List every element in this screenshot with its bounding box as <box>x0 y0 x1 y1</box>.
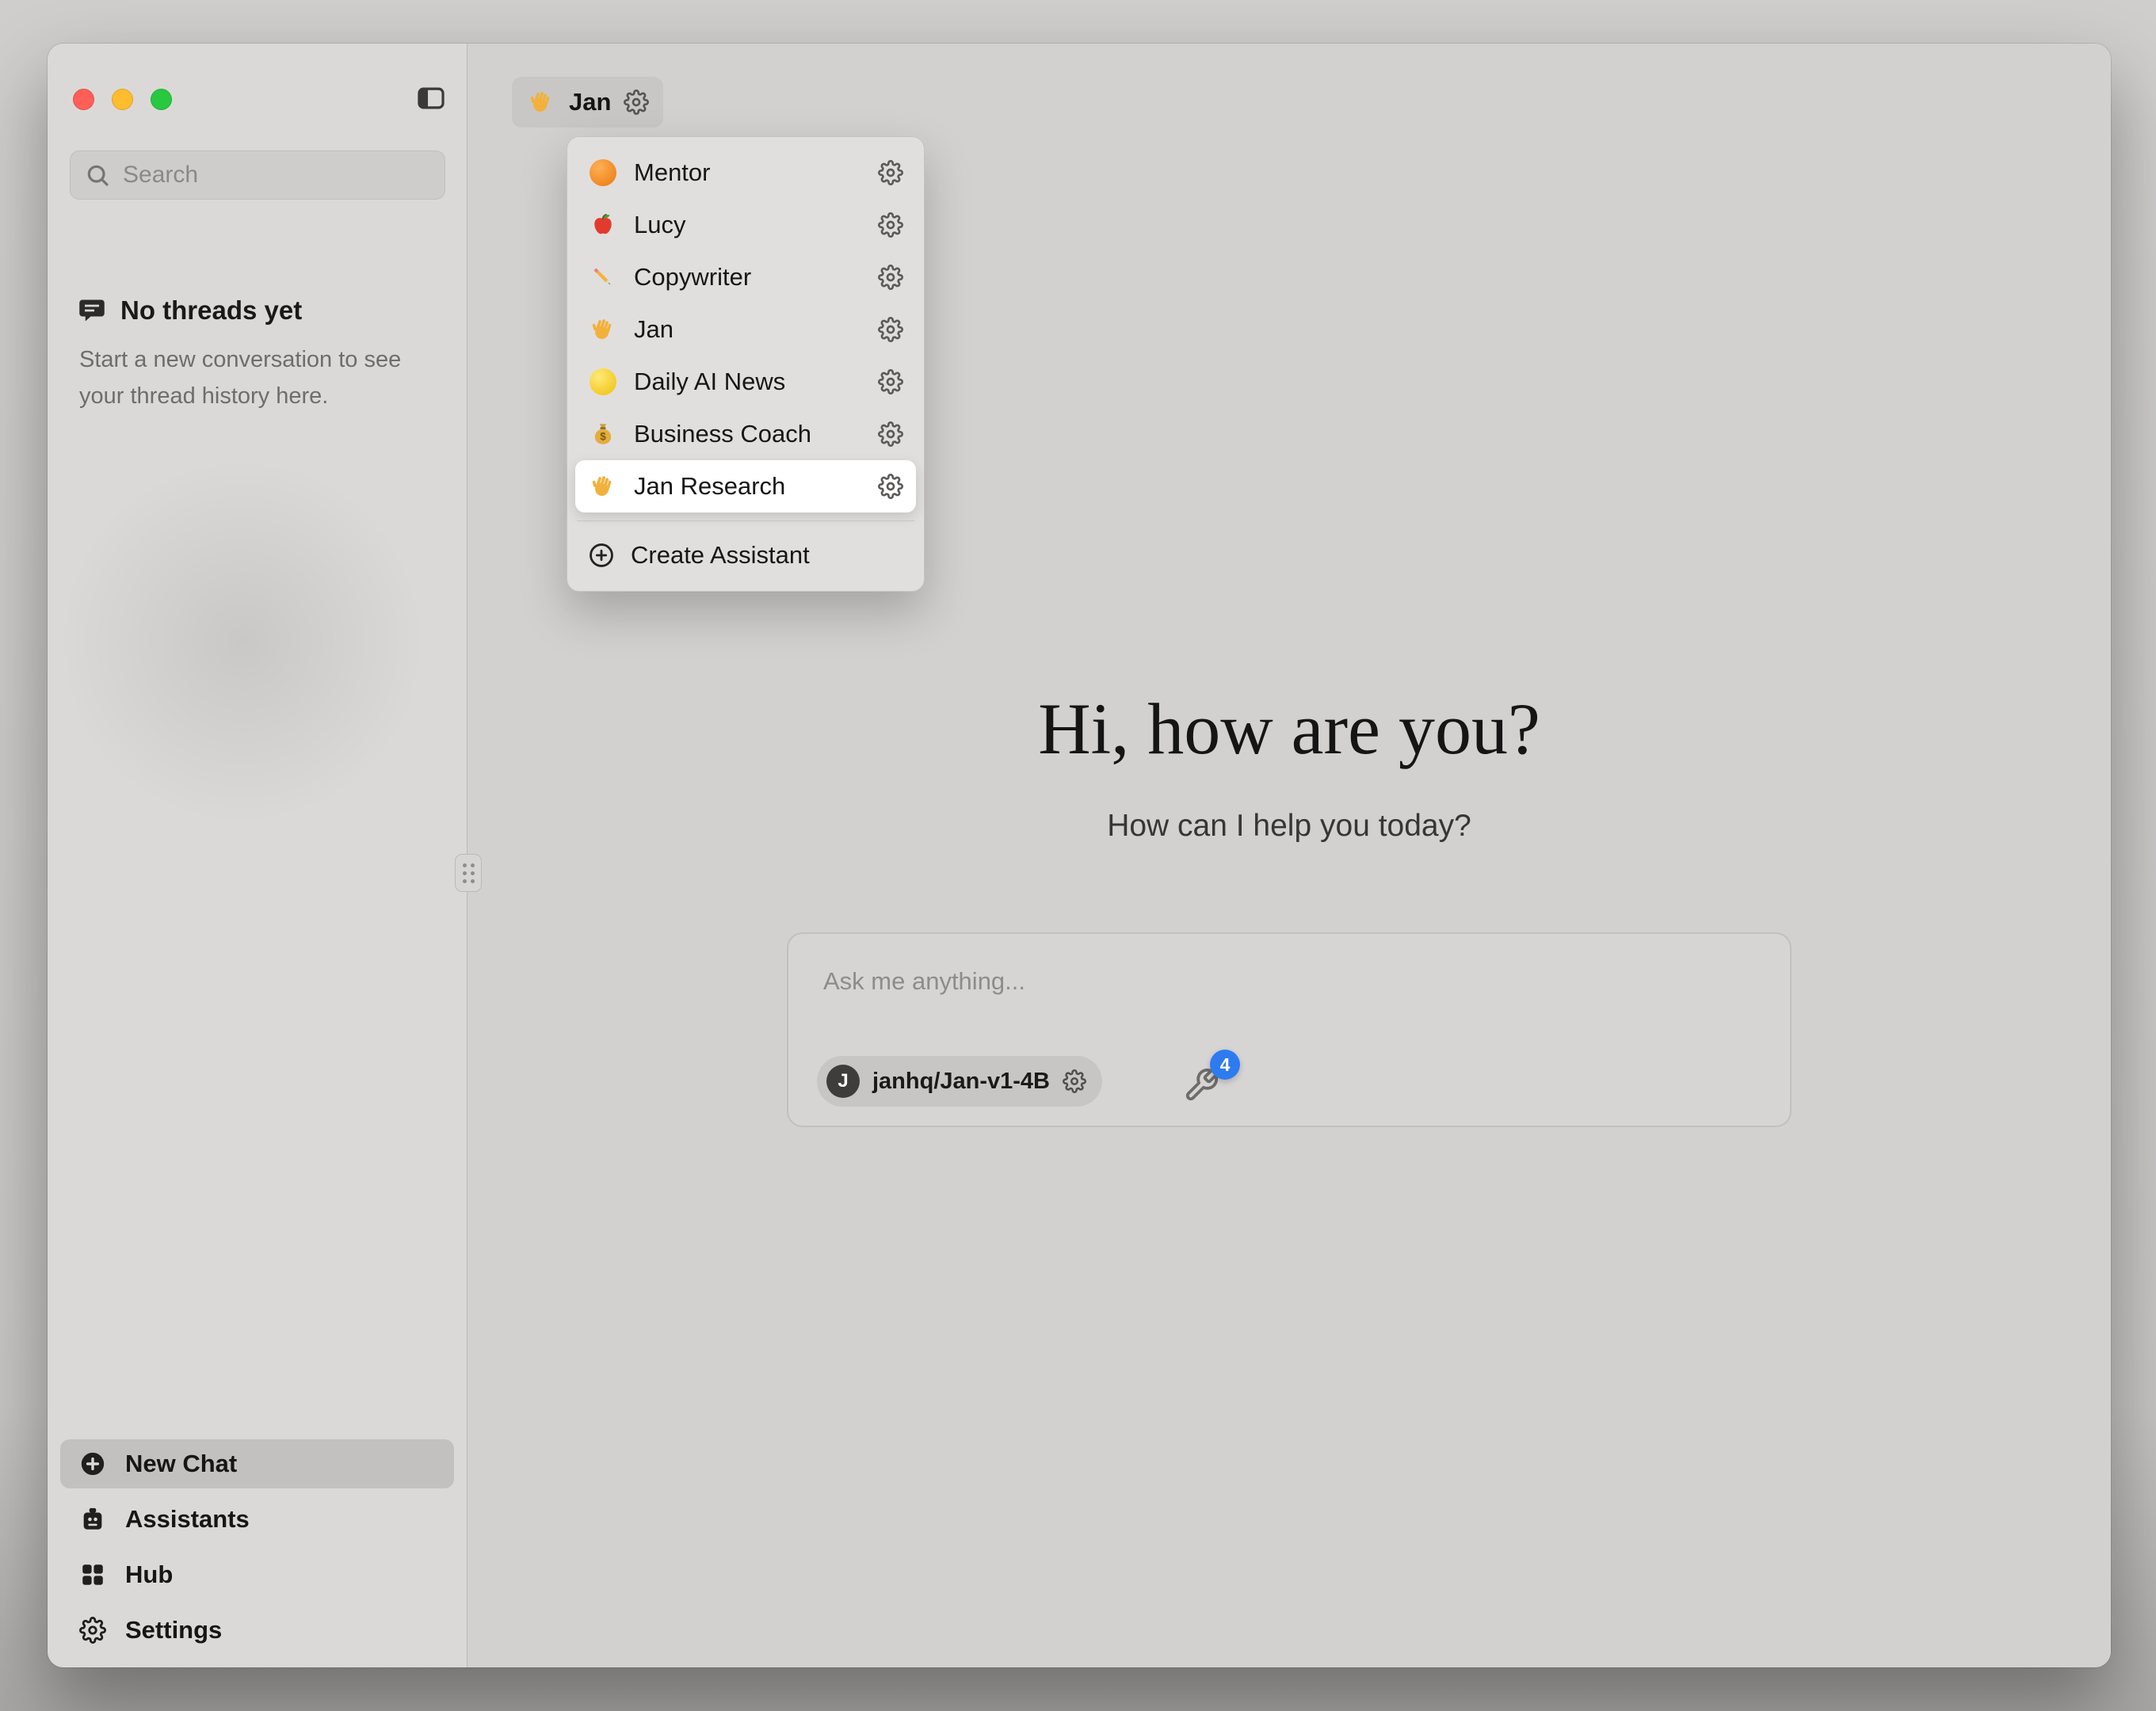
sidebar-nav: New Chat Assistants Hub Settings <box>48 1439 467 1667</box>
search-field[interactable] <box>70 151 445 200</box>
search-input[interactable] <box>123 162 430 189</box>
close-window-button[interactable] <box>73 89 94 110</box>
current-assistant-name: Jan <box>569 88 611 116</box>
nav-label: Assistants <box>125 1505 250 1534</box>
chat-composer: J janhq/Jan-v1-4B 4 <box>787 932 1792 1127</box>
search-icon <box>85 162 110 188</box>
assistant-dropdown-menu: Mentor Lucy Copywriter Jan Daily AI <box>567 136 925 592</box>
assistant-label: Mentor <box>634 158 862 187</box>
tools-count-badge: 4 <box>1210 1050 1240 1080</box>
create-assistant-button[interactable]: Create Assistant <box>575 529 916 581</box>
gear-icon[interactable] <box>878 369 903 394</box>
sidebar-toggle-icon[interactable] <box>416 83 446 113</box>
gear-icon[interactable] <box>878 474 903 499</box>
assistant-settings-gear-icon[interactable] <box>624 90 649 115</box>
main-panel: Jan Mentor Lucy Copywriter <box>467 44 2111 1667</box>
model-avatar: J <box>826 1065 860 1098</box>
sidebar-item-hub[interactable]: Hub <box>60 1550 454 1599</box>
settings-gear-icon <box>79 1617 106 1644</box>
assistant-menu-item-daily-ai-news[interactable]: Daily AI News <box>575 356 916 408</box>
assistant-switcher-button[interactable]: Jan <box>512 77 663 128</box>
yellow-circle-icon <box>588 367 618 397</box>
assistant-label: Jan Research <box>634 472 862 501</box>
decorative-blur <box>55 455 428 828</box>
sidebar-resize-handle[interactable] <box>455 854 482 892</box>
gear-icon[interactable] <box>878 212 903 238</box>
gear-icon[interactable] <box>878 421 903 447</box>
plus-circle-icon <box>79 1450 106 1477</box>
greeting-subtitle: How can I help you today? <box>1107 809 1471 844</box>
assistant-menu-item-mentor[interactable]: Mentor <box>575 147 916 199</box>
assistant-menu-item-copywriter[interactable]: Copywriter <box>575 251 916 303</box>
gear-icon[interactable] <box>878 317 903 342</box>
window-controls <box>73 89 172 110</box>
waving-hand-icon <box>588 314 618 345</box>
model-selector-button[interactable]: J janhq/Jan-v1-4B <box>817 1056 1102 1107</box>
sidebar-item-assistants[interactable]: Assistants <box>60 1495 454 1544</box>
waving-hand-icon <box>588 471 618 501</box>
empty-subtitle-line1: Start a new conversation to see <box>79 341 452 378</box>
empty-threads-state: No threads yet Start a new conversation … <box>67 295 452 414</box>
drag-dots-icon <box>463 863 475 883</box>
create-assistant-label: Create Assistant <box>631 541 903 570</box>
empty-threads-subtitle: Start a new conversation to see your thr… <box>67 341 452 414</box>
nav-label: Hub <box>125 1560 173 1589</box>
gear-icon[interactable] <box>878 265 903 290</box>
assistant-label: Copywriter <box>634 263 862 292</box>
app-window: No threads yet Start a new conversation … <box>48 44 2111 1667</box>
money-bag-icon <box>588 419 618 449</box>
plus-circle-outline-icon <box>588 542 615 569</box>
chat-input[interactable] <box>823 967 1695 996</box>
nav-label: New Chat <box>125 1450 237 1478</box>
gear-icon[interactable] <box>878 160 903 185</box>
welcome-area: Hi, how are you? How can I help you toda… <box>467 687 2111 1127</box>
assistant-label: Jan <box>634 315 862 344</box>
orange-circle-icon <box>588 158 618 188</box>
zoom-window-button[interactable] <box>151 89 172 110</box>
sidebar: No threads yet Start a new conversation … <box>48 44 467 1667</box>
minimize-window-button[interactable] <box>112 89 133 110</box>
empty-subtitle-line2: your thread history here. <box>79 378 452 414</box>
assistant-label: Lucy <box>634 211 862 239</box>
sidebar-item-settings[interactable]: Settings <box>60 1606 454 1655</box>
model-settings-gear-icon[interactable] <box>1063 1069 1086 1093</box>
empty-threads-title: No threads yet <box>120 295 302 326</box>
chat-bubble-icon <box>78 296 106 325</box>
assistant-menu-item-lucy[interactable]: Lucy <box>575 199 916 251</box>
pencil-icon <box>588 262 618 292</box>
nav-label: Settings <box>125 1616 222 1644</box>
sidebar-item-new-chat[interactable]: New Chat <box>60 1439 454 1488</box>
model-name: janhq/Jan-v1-4B <box>872 1069 1050 1095</box>
hub-grid-icon <box>79 1561 106 1588</box>
red-apple-icon <box>588 210 618 240</box>
waving-hand-icon <box>526 87 556 117</box>
assistant-label: Daily AI News <box>634 368 862 396</box>
assistant-menu-item-jan-research[interactable]: Jan Research <box>575 460 916 513</box>
assistant-menu-item-jan[interactable]: Jan <box>575 303 916 356</box>
assistant-menu-item-business-coach[interactable]: Business Coach <box>575 408 916 460</box>
assistant-label: Business Coach <box>634 420 862 448</box>
menu-divider <box>577 520 914 521</box>
assistants-icon <box>79 1506 106 1533</box>
greeting-heading: Hi, how are you? <box>1038 687 1540 771</box>
